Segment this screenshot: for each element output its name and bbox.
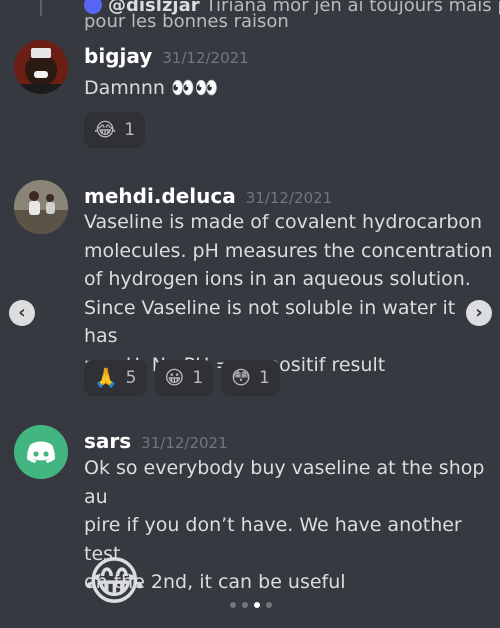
avatar[interactable] <box>14 180 68 234</box>
avatar[interactable] <box>14 40 68 94</box>
message-text: Damnnn 👀👀 <box>84 77 219 99</box>
message-line: molecules. pH measures the concentration <box>84 239 493 262</box>
timestamp: 31/12/2021 <box>141 434 228 452</box>
reply-continuation: pour les bonnes raison <box>84 11 289 32</box>
reaction-count: 1 <box>192 368 204 388</box>
timestamp: 31/12/2021 <box>245 189 333 207</box>
reply-connector-line <box>40 0 42 16</box>
timestamp: 31/12/2021 <box>162 49 249 67</box>
previous-arrow-icon[interactable]: ‹ <box>9 300 35 326</box>
praying-hands-emoji-icon: 🙏 <box>94 366 118 389</box>
message-text: Vaseline is made of covalent hydrocarbon… <box>84 208 494 379</box>
message-line: Since Vaseline is not soluble in water i… <box>84 296 456 348</box>
reactions: 😂 1 <box>84 112 146 148</box>
reaction-flushed[interactable]: 😳 1 <box>221 360 280 396</box>
discord-logo-icon <box>27 441 55 463</box>
reaction-count: 5 <box>125 368 137 388</box>
reaction-grin[interactable]: 😀 1 <box>154 360 214 396</box>
message-line: on the 2nd, it can be useful <box>84 571 346 593</box>
username[interactable]: mehdi.deluca <box>84 184 236 208</box>
page-dot[interactable] <box>230 602 236 608</box>
message-line: Vaseline is made of covalent hydrocarbon <box>84 211 483 233</box>
reaction-count: 1 <box>124 120 136 140</box>
reaction-pray[interactable]: 🙏 5 <box>84 360 147 396</box>
page-dot-active[interactable] <box>254 602 260 608</box>
message-line: of hydrogen ions in an aqueous solution. <box>84 268 471 290</box>
reactions: 🙏 5 😀 1 😳 1 <box>84 360 280 396</box>
message-text: Ok so everybody buy vaseline at the shop… <box>84 454 494 597</box>
message-line: Ok so everybody buy vaseline at the shop… <box>84 457 485 508</box>
reaction-count: 1 <box>258 368 270 388</box>
page-dot[interactable] <box>266 602 272 608</box>
reaction-laugh[interactable]: 😂 1 <box>84 112 146 148</box>
message-line: pire if you don’t have. We have another … <box>84 514 462 565</box>
discord-avatar[interactable] <box>14 425 68 479</box>
page-dot[interactable] <box>242 602 248 608</box>
grinning-emoji-icon: 😀 <box>164 366 185 389</box>
flushed-emoji-icon: 😳 <box>231 366 251 389</box>
laughing-emoji-icon: 😂 <box>84 552 145 612</box>
laughing-emoji-icon: 😂 <box>94 118 117 141</box>
username[interactable]: sars <box>84 429 131 453</box>
username[interactable]: bigjay <box>84 44 152 68</box>
next-arrow-icon[interactable]: › <box>466 300 492 326</box>
carousel-pagination <box>230 602 272 608</box>
